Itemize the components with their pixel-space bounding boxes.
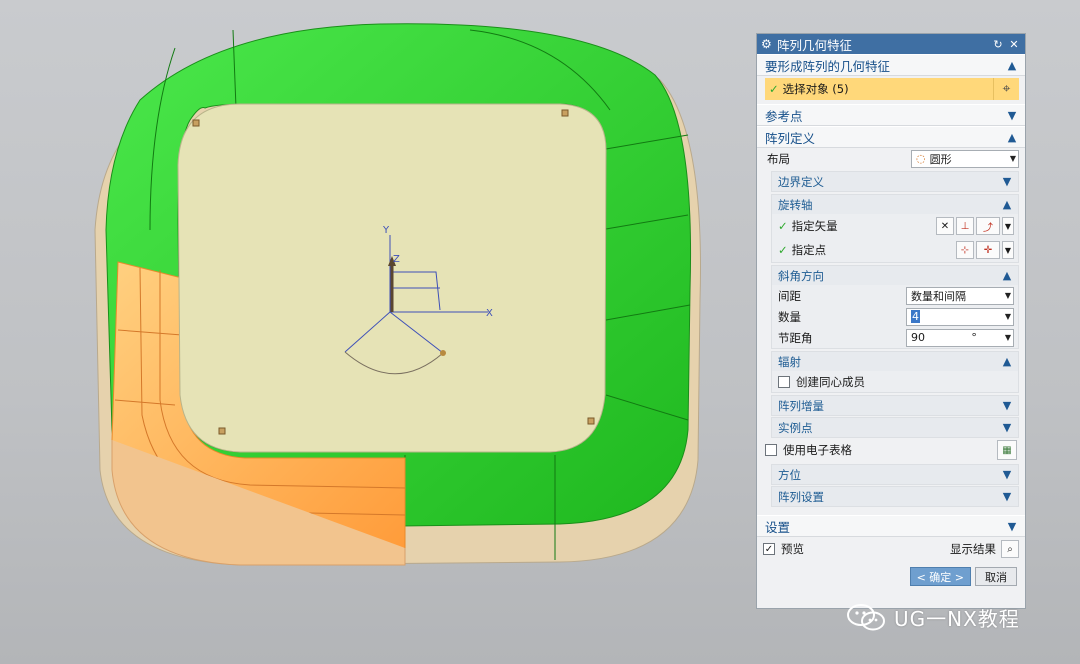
inferred-point-icon[interactable]: ✛ [976, 241, 1000, 259]
specify-vector-row: ✓ 指定矢量 ✕ ⊥ ⤴ ▼ [772, 214, 1018, 238]
rotation-axis-header[interactable]: 旋转轴 ▲ [772, 195, 1018, 214]
dropdown-arrow-icon: ▼ [1004, 291, 1011, 300]
axis-x-label: X [486, 308, 493, 319]
pattern-geometry-dialog: ⚙ 阵列几何特征 ↻ ✕ 要形成阵列的几何特征 ▲ ✓ 选择对象 (5) ⌖ 参… [756, 33, 1026, 609]
pitch-angle-input[interactable]: 90 ° ▼ [906, 328, 1014, 347]
layout-dropdown[interactable]: ◌ 圆形 ▼ [911, 149, 1019, 168]
layout-row: 布局 ◌ 圆形 ▼ [757, 148, 1025, 169]
orientation-subsection: 方位 ▼ [771, 464, 1019, 485]
chevron-down-icon: ▼ [1002, 490, 1012, 503]
corner-marker [218, 427, 226, 435]
point-options-arrow-icon[interactable]: ▼ [1002, 241, 1014, 259]
pattern-settings-subsection: 阵列设置 ▼ [771, 486, 1019, 507]
pattern-settings-header[interactable]: 阵列设置 ▼ [772, 487, 1018, 506]
cancel-button[interactable]: 取消 [975, 567, 1017, 586]
spacing-dropdown[interactable]: 数量和间隔 ▼ [906, 286, 1014, 305]
chevron-down-icon: ▼ [1002, 175, 1012, 188]
vector-dialog-icon[interactable]: ⊥ [956, 217, 974, 235]
chevron-up-icon: ▲ [1002, 355, 1012, 368]
section-settings-header[interactable]: 设置 ▼ [757, 515, 1025, 537]
spreadsheet-icon[interactable]: ▦ [997, 440, 1017, 460]
vector-options-arrow-icon[interactable]: ▼ [1002, 217, 1014, 235]
specify-point-row: ✓ 指定点 ⊹ ✛ ▼ [772, 238, 1018, 262]
chevron-down-icon: ▼ [1007, 519, 1017, 533]
increment-header[interactable]: 阵列增量 ▼ [772, 396, 1018, 415]
corner-marker [192, 119, 200, 127]
count-input[interactable]: 4 ▼ [906, 307, 1014, 326]
preview-row: ✓ 预览 显示结果 ⌕ [757, 537, 1025, 561]
check-icon: ✓ [769, 82, 779, 96]
dialog-title: 阵列几何特征 [777, 37, 853, 53]
section-geometry-header[interactable]: 要形成阵列的几何特征 ▲ [757, 54, 1025, 76]
watermark: UG一NX教程 [846, 600, 1020, 634]
chevron-up-icon: ▲ [1002, 198, 1012, 211]
inferred-vector-icon[interactable]: ⤴ [976, 217, 1000, 235]
pitch-angle-row: 节距角 90 ° ▼ [772, 327, 1018, 348]
chevron-down-icon: ▼ [1002, 468, 1012, 481]
boundary-subsection: 边界定义 ▼ [771, 171, 1019, 192]
preview-checkbox[interactable]: ✓ [763, 543, 775, 555]
boundary-header[interactable]: 边界定义 ▼ [772, 172, 1018, 191]
corner-marker [587, 417, 595, 425]
axis-y-label: Y [382, 225, 390, 236]
instance-points-header[interactable]: 实例点 ▼ [772, 418, 1018, 437]
angular-direction-subsection: 斜角方向 ▲ 间距 数量和间隔 ▼ 数量 4 ▼ 节距角 90 ° ▼ [771, 265, 1019, 349]
watermark-text: UG一NX教程 [894, 606, 1020, 631]
orientation-header[interactable]: 方位 ▼ [772, 465, 1018, 484]
dropdown-arrow-icon: ▼ [1004, 312, 1011, 321]
ok-button[interactable]: < 确定 > [909, 567, 971, 586]
check-icon: ✓ [778, 243, 788, 257]
chevron-down-icon: ▼ [1002, 399, 1012, 412]
point-dialog-icon[interactable]: ⊹ [956, 241, 974, 259]
section-definition-header[interactable]: 阵列定义 ▲ [757, 126, 1025, 148]
spreadsheet-checkbox[interactable] [765, 444, 777, 456]
dialog-titlebar[interactable]: ⚙ 阵列几何特征 ↻ ✕ [757, 34, 1025, 54]
circular-layout-icon: ◌ [916, 152, 926, 165]
check-icon: ✓ [778, 219, 788, 233]
count-row: 数量 4 ▼ [772, 306, 1018, 327]
dropdown-arrow-icon: ▼ [1009, 154, 1016, 163]
corner-marker [561, 109, 569, 117]
radial-header[interactable]: 辐射 ▲ [772, 352, 1018, 371]
instance-points-subsection: 实例点 ▼ [771, 417, 1019, 438]
radial-subsection: 辐射 ▲ 创建同心成员 [771, 351, 1019, 393]
crosshair-icon[interactable]: ⌖ [993, 78, 1019, 100]
angular-direction-header[interactable]: 斜角方向 ▲ [772, 266, 1018, 285]
chevron-up-icon: ▲ [1007, 130, 1017, 144]
chevron-down-icon: ▼ [1007, 108, 1017, 122]
chevron-down-icon: ▼ [1002, 421, 1012, 434]
show-result-magnifier-icon[interactable]: ⌕ [1001, 540, 1019, 558]
increment-subsection: 阵列增量 ▼ [771, 395, 1019, 416]
spreadsheet-row: 使用电子表格 ▦ [757, 438, 1025, 462]
gear-icon: ⚙ [761, 37, 772, 51]
chevron-up-icon: ▲ [1002, 269, 1012, 282]
section-reference-header[interactable]: 参考点 ▼ [757, 104, 1025, 126]
reset-icon[interactable]: ↻ [991, 38, 1005, 51]
dialog-buttons: < 确定 > 取消 [757, 561, 1025, 586]
concentric-checkbox[interactable] [778, 375, 790, 388]
graphics-viewport[interactable]: X Y Z [0, 0, 752, 664]
dropdown-arrow-icon: ▼ [1004, 333, 1011, 342]
spacing-row: 间距 数量和间隔 ▼ [772, 285, 1018, 306]
close-icon[interactable]: ✕ [1007, 38, 1021, 51]
reverse-direction-icon[interactable]: ✕ [936, 217, 954, 235]
chat-logo-icon [847, 604, 885, 631]
rotation-axis-subsection: 旋转轴 ▲ ✓ 指定矢量 ✕ ⊥ ⤴ ▼ ✓ 指定点 ⊹ ✛ ▼ [771, 194, 1019, 263]
axis-z-label: Z [393, 254, 400, 265]
chevron-up-icon: ▲ [1007, 58, 1017, 72]
concentric-row: 创建同心成员 [772, 371, 1018, 392]
select-object-row[interactable]: ✓ 选择对象 (5) ⌖ [765, 78, 1019, 100]
